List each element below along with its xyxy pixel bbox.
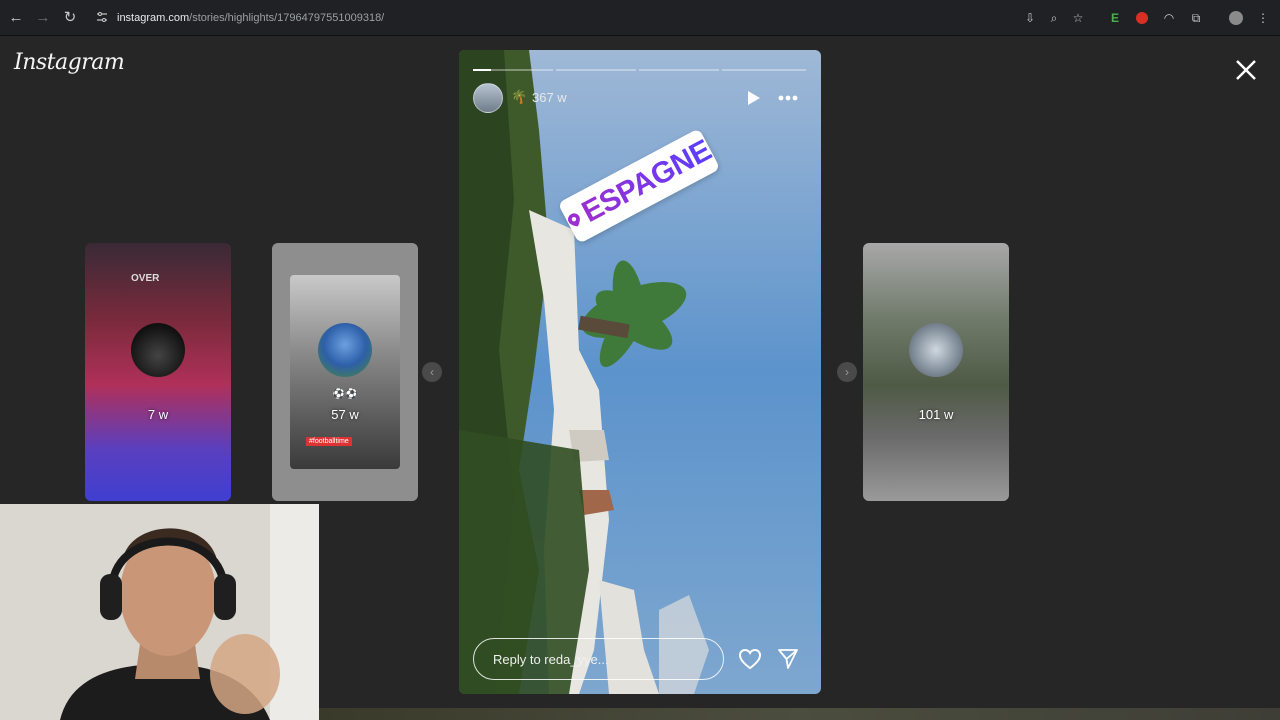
forward-icon[interactable]: → [33,8,53,28]
profile-avatar-icon[interactable] [1227,9,1245,27]
highlight-emoji: ⚽⚽ [332,389,358,400]
url-host: instagram.com [117,12,190,24]
progress-fill [473,69,491,71]
send-icon[interactable] [777,648,799,670]
story-image [459,50,821,694]
progress-segment [722,69,806,71]
highlight-avatar [318,323,372,377]
back-icon[interactable]: ← [6,8,26,28]
highlight-avatar [131,323,185,377]
progress-segment [473,69,553,71]
play-icon[interactable] [747,90,761,106]
extension-e-icon[interactable]: E [1106,9,1124,27]
extension-shield-icon[interactable] [1133,9,1151,27]
thumbnail-overlay-text: OVER [131,273,160,284]
webcam-image [0,504,319,720]
address-bar[interactable]: instagram.com/stories/highlights/1796479… [117,8,384,28]
highlight-time: 7 w [147,407,169,422]
extension-arc-icon[interactable]: ◠ [1160,9,1178,27]
browser-toolbar: ← → ↻ instagram.com/stories/highlights/1… [0,0,1280,36]
instagram-logo[interactable]: Instagram [14,50,125,75]
story-timestamp: 367 w [532,90,567,105]
url-path: /stories/highlights/17964797551009318/ [189,12,385,24]
heart-icon[interactable] [738,648,762,670]
menu-kebab-icon[interactable]: ⋮ [1254,9,1272,27]
progress-segment [556,69,636,71]
reload-icon[interactable]: ↻ [60,8,80,28]
highlight-thumbnail[interactable]: OVER 7 w [85,243,231,501]
progress-segment [639,69,719,71]
more-options-icon[interactable] [778,95,798,101]
site-settings-icon[interactable] [96,11,108,23]
reply-input[interactable] [473,638,724,680]
previous-story-arrow[interactable]: ‹ [422,362,442,382]
dock-strip [319,708,1280,720]
highlight-thumbnail[interactable]: ⚽⚽ 57 w #footballtime [272,243,418,501]
story-author-emoji: 🌴 [511,89,528,104]
zoom-icon[interactable]: ⌕ [1045,9,1063,27]
highlight-thumbnail[interactable]: 101 w [863,243,1009,501]
story-author-avatar[interactable] [473,83,503,113]
bookmark-star-icon[interactable]: ☆ [1069,9,1087,27]
next-story-arrow[interactable]: › [837,362,857,382]
highlight-tag: #footballtime [306,437,352,446]
install-icon[interactable]: ⇩ [1021,9,1039,27]
highlight-time: 57 w [331,407,359,422]
story-card: 🌴 367 w ESPAGNE [459,50,821,694]
webcam-overlay [0,504,319,720]
highlight-avatar [909,323,963,377]
close-icon[interactable] [1232,56,1260,84]
highlight-time: 101 w [918,407,954,422]
extensions-puzzle-icon[interactable]: ⧉ [1187,9,1205,27]
